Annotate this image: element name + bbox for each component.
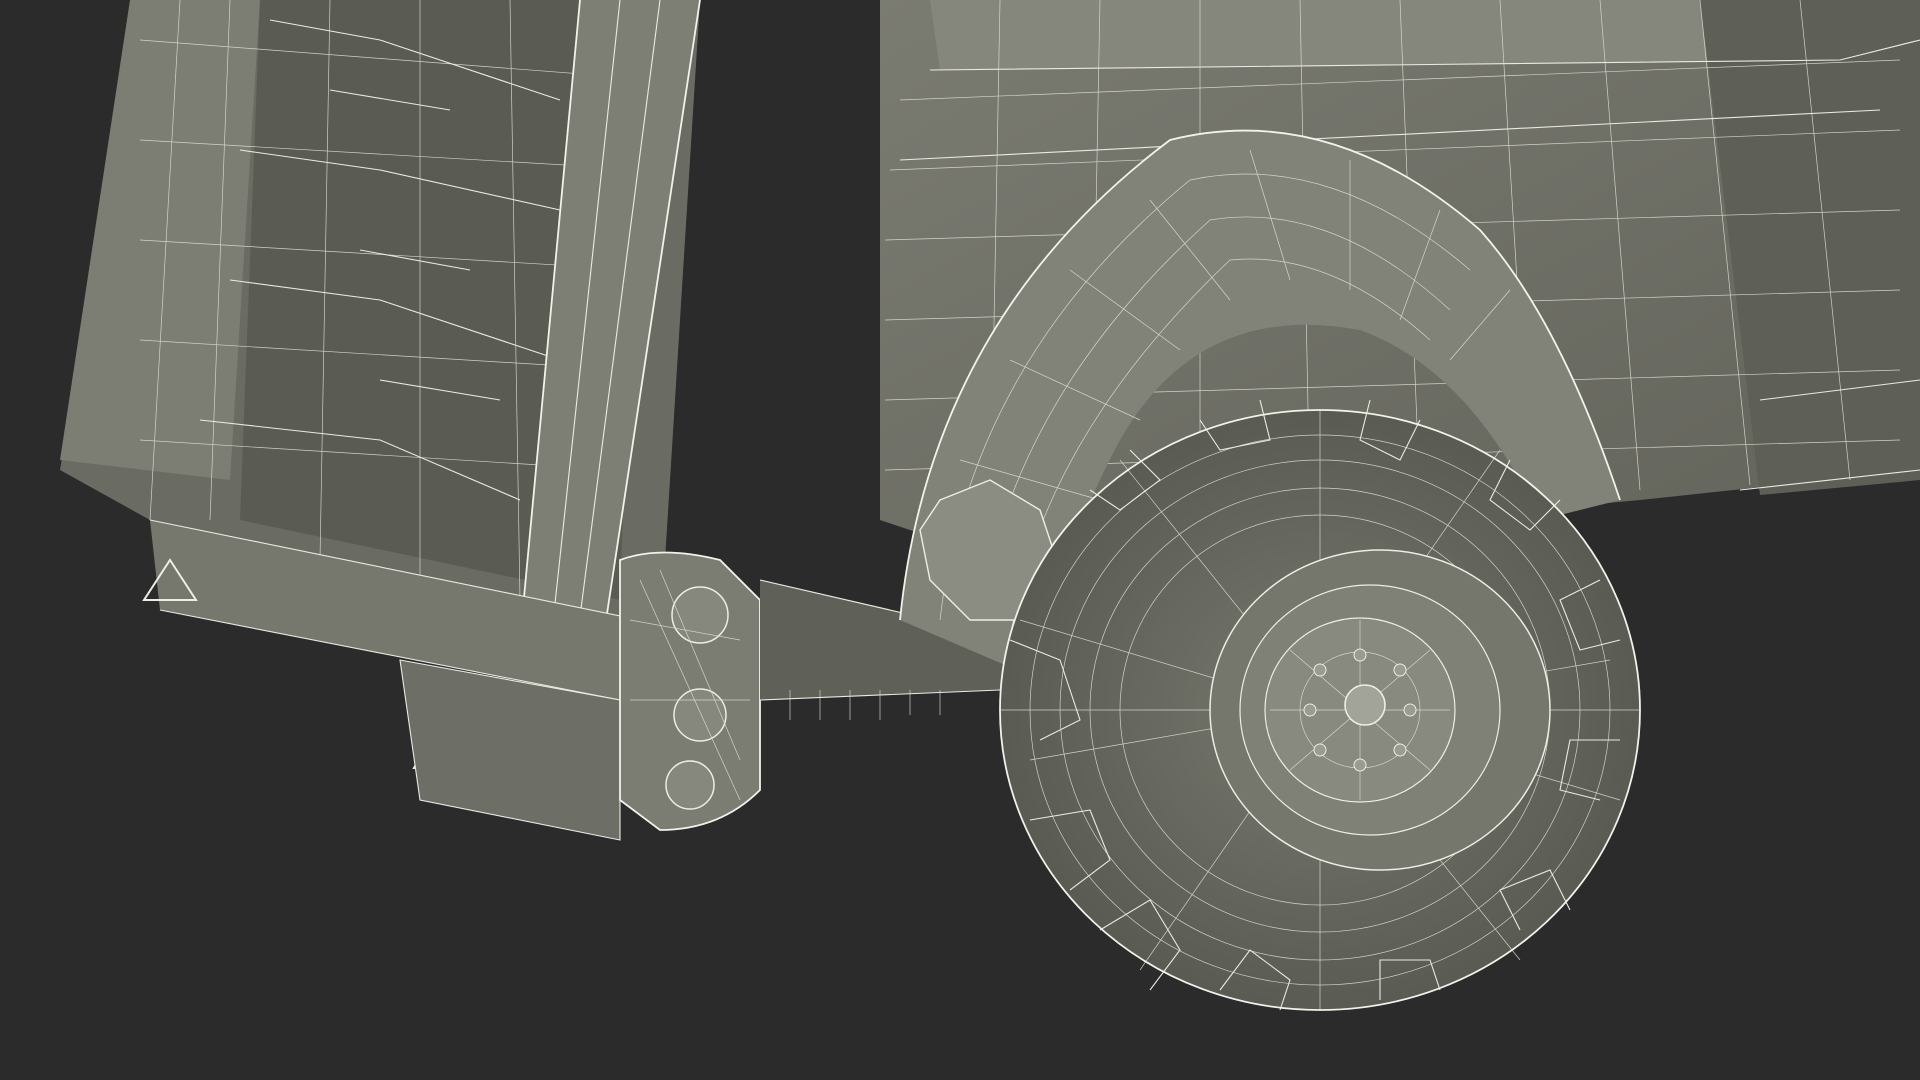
render-viewport [0,0,1920,1080]
hub-cap [1344,684,1386,726]
wheel-rim [1209,549,1551,871]
rear-beater-frame [60,0,701,841]
gearbox-housing [619,551,761,831]
wireframe-render [60,0,1920,1011]
